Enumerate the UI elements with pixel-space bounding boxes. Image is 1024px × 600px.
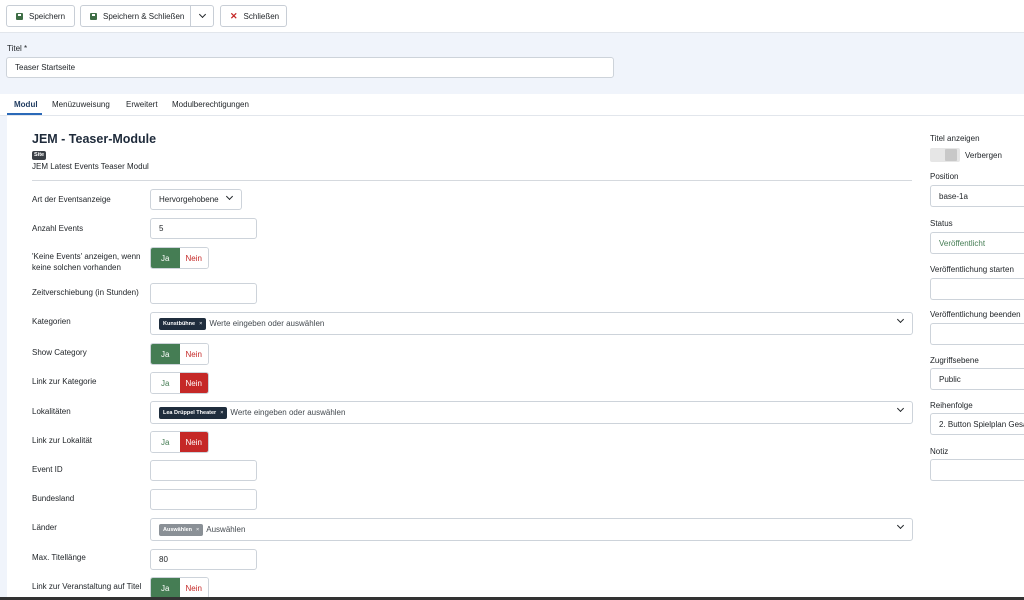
tab-modulberechtigungen[interactable]: Modulberechtigungen — [172, 100, 249, 109]
remove-icon[interactable]: × — [196, 527, 199, 533]
titel-anzeigen-switch[interactable] — [930, 148, 960, 162]
toggle-no[interactable]: Nein — [179, 432, 208, 452]
close-button-label: Schließen — [243, 11, 280, 21]
save-button[interactable]: Speichern — [6, 5, 75, 27]
module-subtitle: JEM Latest Events Teaser Modul — [32, 162, 149, 171]
link-veranstaltung-label: Link zur Veranstaltung auf Titel — [32, 582, 142, 591]
toggle-yes[interactable]: Ja — [151, 578, 180, 598]
position-label: Position — [930, 172, 959, 181]
save-close-button-label: Speichern & Schließen — [103, 11, 185, 21]
titel-anzeigen-label: Titel anzeigen — [930, 134, 980, 143]
save-close-button[interactable]: Speichern & Schließen — [80, 5, 214, 27]
anzahl-input[interactable]: 5 — [150, 218, 257, 239]
laender-label: Länder — [32, 523, 57, 532]
tab-modul[interactable]: Modul — [14, 100, 38, 109]
kategorien-placeholder: Werte eingeben oder auswählen — [209, 319, 325, 328]
keine-events-label: 'Keine Events' anzeigen, wenn keine solc… — [32, 252, 141, 272]
chip-label: Auswählen — [163, 526, 193, 533]
lokalitaeten-label: Lokalitäten — [32, 407, 71, 416]
remove-icon[interactable]: × — [199, 321, 202, 327]
link-veranstaltung-toggle[interactable]: Ja Nein — [150, 577, 209, 599]
tab-menuezuweisung[interactable]: Menüzuweisung — [52, 100, 110, 109]
chip-label: Lea Drüppel Theater — [163, 409, 217, 416]
titel-anzeigen-value: Verbergen — [965, 151, 1002, 160]
toolbar: Speichern Speichern & Schließen ✕ Schlie… — [0, 0, 1024, 33]
save-icon — [90, 12, 97, 20]
anzahl-label: Anzahl Events — [32, 224, 84, 233]
category-chip[interactable]: Kunstbühne × — [159, 317, 207, 330]
close-button[interactable]: ✕ Schließen — [220, 5, 287, 27]
kategorien-label: Kategorien — [32, 317, 71, 326]
link-lokalitaet-toggle[interactable]: Ja Nein — [150, 431, 209, 453]
chevron-down-icon — [896, 315, 905, 324]
start-label: Veröffentlichung starten — [930, 265, 1014, 274]
art-label: Art der Eventsanzeige — [32, 195, 111, 204]
position-select[interactable]: base-1a — [930, 185, 1024, 207]
toggle-yes[interactable]: Ja — [151, 344, 180, 364]
toggle-no[interactable]: Nein — [179, 578, 208, 598]
notiz-label: Notiz — [930, 447, 949, 456]
toggle-yes[interactable]: Ja — [151, 248, 180, 268]
chevron-down-icon — [225, 192, 234, 201]
tab-bar: Modul Menüzuweisung Erweitert Modulberec… — [0, 94, 1024, 116]
toggle-yes[interactable]: Ja — [151, 432, 180, 452]
status-label: Status — [930, 219, 953, 228]
laender-select[interactable]: Auswählen × Auswählen — [150, 518, 913, 541]
ende-label: Veröffentlichung beenden — [930, 310, 1021, 319]
site-badge: Site — [32, 151, 47, 160]
notiz-input[interactable] — [930, 459, 1024, 481]
remove-icon[interactable]: × — [220, 410, 223, 416]
show-category-toggle[interactable]: Ja Nein — [150, 343, 209, 365]
art-select-value: Hervorgehobene — [159, 195, 219, 204]
save-icon — [16, 12, 23, 20]
title-input[interactable]: Teaser Startseite — [6, 57, 614, 78]
event-id-label: Event ID — [32, 465, 63, 474]
toggle-no[interactable]: Nein — [179, 373, 208, 393]
toggle-no[interactable]: Nein — [179, 344, 208, 364]
link-kategorie-toggle[interactable]: Ja Nein — [150, 372, 209, 394]
status-select[interactable]: Veröffentlicht — [930, 232, 1024, 254]
zeit-label: Zeitverschiebung (in Stunden) — [32, 288, 139, 297]
reihenfolge-label: Reihenfolge — [930, 401, 973, 410]
show-category-label: Show Category — [32, 348, 87, 357]
module-title: JEM - Teaser-Module — [32, 132, 157, 146]
bundesland-label: Bundesland — [32, 494, 75, 503]
max-titel-input[interactable]: 80 — [150, 549, 257, 570]
event-id-input[interactable] — [150, 460, 257, 481]
zugriff-select[interactable]: Public — [930, 368, 1024, 390]
ende-input[interactable] — [930, 323, 1024, 345]
venue-chip[interactable]: Lea Drüppel Theater × — [159, 406, 228, 419]
save-button-label: Speichern — [29, 11, 66, 21]
chevron-down-icon — [896, 521, 905, 530]
chip-label: Kunstbühne — [163, 320, 196, 327]
save-options-dropdown[interactable] — [190, 6, 213, 26]
keine-events-toggle[interactable]: Ja Nein — [150, 247, 209, 269]
lokalitaeten-placeholder: Werte eingeben oder auswählen — [230, 408, 346, 417]
reihenfolge-select[interactable]: 2. Button Spielplan Gesa — [930, 413, 1024, 435]
lokalitaeten-select[interactable]: Lea Drüppel Theater × Werte eingeben oder… — [150, 401, 913, 424]
close-icon: ✕ — [230, 10, 238, 21]
start-input[interactable] — [930, 278, 1024, 300]
active-tab-indicator — [7, 113, 42, 115]
kategorien-select[interactable]: Kunstbühne × Werte eingeben oder auswähle… — [150, 312, 913, 335]
tab-erweitert[interactable]: Erweitert — [126, 100, 158, 109]
bundesland-input[interactable] — [150, 489, 257, 510]
chevron-down-icon — [198, 10, 206, 19]
toggle-yes[interactable]: Ja — [151, 373, 180, 393]
chevron-down-icon — [896, 404, 905, 413]
toggle-no[interactable]: Nein — [179, 248, 208, 268]
country-chip[interactable]: Auswählen × — [159, 523, 204, 536]
link-lokalitaet-label: Link zur Lokalität — [32, 436, 93, 445]
link-kategorie-label: Link zur Kategorie — [32, 377, 97, 386]
max-titel-label: Max. Titellänge — [32, 553, 86, 562]
zeit-input[interactable] — [150, 283, 257, 304]
art-select[interactable]: Hervorgehobene — [150, 189, 242, 210]
divider — [32, 180, 912, 181]
zugriff-label: Zugriffsebene — [930, 356, 979, 365]
laender-placeholder: Auswählen — [206, 525, 246, 534]
title-label: Titel * — [7, 44, 28, 53]
